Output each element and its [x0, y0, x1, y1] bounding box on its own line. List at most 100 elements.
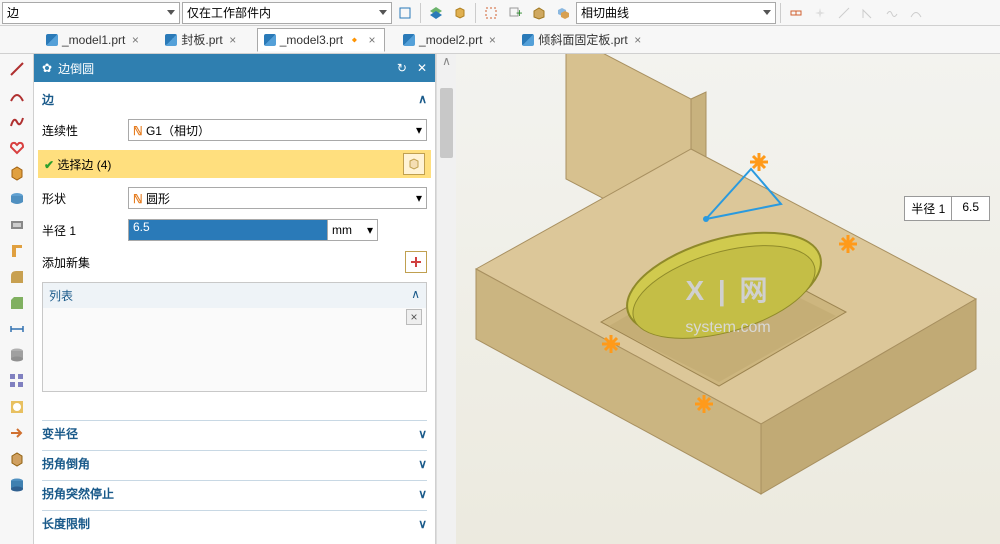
toolbar-wave-icon[interactable]	[881, 2, 903, 24]
section-corner-stop[interactable]: 拐角突然停止 ∨	[42, 480, 427, 506]
toolbar-curve-icon[interactable]	[905, 2, 927, 24]
tab-label: 倾斜面固定板.prt	[538, 31, 627, 48]
radius-input[interactable]: 6.5	[128, 219, 328, 241]
tab-label: 封板.prt	[181, 31, 222, 48]
heart-tool-icon[interactable]	[6, 136, 28, 158]
toolbar-select-icon[interactable]	[480, 2, 502, 24]
select-edge-label: 选择边 (4)	[57, 158, 111, 172]
toolbar-add-icon[interactable]: +	[504, 2, 526, 24]
filter-scope-dropdown[interactable]: 仅在工作部件内	[182, 2, 392, 24]
chevron-down-icon: ∨	[418, 487, 427, 501]
toolbar-blocks-icon[interactable]	[552, 2, 574, 24]
section-label: 拐角倒角	[42, 455, 90, 472]
chevron-down-icon	[379, 10, 387, 15]
tab-model3[interactable]: _model3.prt 🔸 ×	[257, 28, 385, 52]
toolbar-cube-icon[interactable]	[449, 2, 471, 24]
toolbar-angle-icon[interactable]	[857, 2, 879, 24]
close-icon[interactable]: ×	[632, 34, 644, 46]
main-area: ✿ 边倒圆 ↻ ✕ 边 ∧ 连续性 ℕ G1（相切） ▾	[0, 54, 1000, 544]
3d-viewport[interactable]: X | 网 system.com 半径 1 6.5	[456, 54, 1000, 544]
chevron-down-icon: ∨	[418, 517, 427, 531]
filter-type-value: 边	[7, 4, 19, 21]
continuity-value: G1（相切）	[146, 124, 210, 138]
close-icon[interactable]: ×	[227, 34, 239, 46]
chevron-up-icon: ∧	[411, 287, 420, 304]
section-label: 变半径	[42, 425, 78, 442]
chevron-down-icon: ▾	[416, 191, 422, 205]
slot-tool-icon[interactable]	[6, 214, 28, 236]
curve-filter-dropdown[interactable]: 相切曲线	[576, 2, 776, 24]
filter-type-dropdown[interactable]: 边	[2, 2, 180, 24]
row-select-edge[interactable]: ✔ 选择边 (4)	[38, 150, 431, 178]
chevron-down-icon: ∨	[418, 427, 427, 441]
panel-scrollbar[interactable]: ∧	[436, 54, 456, 544]
rss-icon: ℕ	[133, 192, 143, 206]
arrow-tool-icon[interactable]	[6, 422, 28, 444]
arc-tool-icon[interactable]	[6, 84, 28, 106]
radius-callout[interactable]: 半径 1 6.5	[904, 196, 990, 221]
toolbar-link-icon[interactable]	[785, 2, 807, 24]
toolbar-spark-icon[interactable]	[809, 2, 831, 24]
tab-qingxie[interactable]: 倾斜面固定板.prt ×	[516, 27, 649, 52]
cylinder2-tool-icon[interactable]	[6, 474, 28, 496]
part-icon	[264, 34, 276, 46]
list-delete-button[interactable]: ×	[406, 309, 422, 325]
continuity-dropdown[interactable]: ℕ G1（相切） ▾	[128, 119, 427, 141]
toolbar-line-icon[interactable]	[833, 2, 855, 24]
add-set-button[interactable]	[405, 251, 427, 273]
toolbar-layer-icon[interactable]	[425, 2, 447, 24]
refresh-icon[interactable]: ↻	[397, 61, 407, 75]
gear-icon[interactable]: ✿	[42, 61, 52, 75]
section-length-limit[interactable]: 长度限制 ∨	[42, 510, 427, 536]
list-box: 列表 ∧ ×	[42, 282, 427, 392]
tab-fengban[interactable]: 封板.prt ×	[159, 27, 244, 52]
separator	[420, 3, 421, 23]
tab-model1[interactable]: _model1.prt ×	[40, 29, 147, 51]
blend-tool-icon[interactable]	[6, 396, 28, 418]
line-tool-icon[interactable]	[6, 58, 28, 80]
toolbar-icon-1[interactable]	[394, 2, 416, 24]
top-toolbar: 边 仅在工作部件内 + 相切曲线	[0, 0, 1000, 26]
unit-value: mm	[332, 223, 352, 237]
section-var-radius[interactable]: 变半径 ∨	[42, 420, 427, 446]
shape-dropdown[interactable]: ℕ 圆形 ▾	[128, 187, 427, 209]
close-icon[interactable]: ×	[486, 34, 498, 46]
separator	[475, 3, 476, 23]
pattern-tool-icon[interactable]	[6, 370, 28, 392]
watermark-text: X | 网	[685, 269, 770, 309]
svg-text:+: +	[516, 6, 522, 20]
radius-label: 半径 1	[42, 222, 122, 239]
spline-tool-icon[interactable]	[6, 110, 28, 132]
chamfer-tool-icon[interactable]	[6, 292, 28, 314]
sweep-tool-icon[interactable]	[6, 240, 28, 262]
cylinder-tool-icon[interactable]	[6, 344, 28, 366]
measure-tool-icon[interactable]	[6, 318, 28, 340]
select-body-button[interactable]	[403, 153, 425, 175]
section-label: 长度限制	[42, 515, 90, 532]
scrollbar-thumb[interactable]	[440, 88, 453, 158]
section-edge[interactable]: 边 ∧	[42, 86, 427, 112]
close-icon[interactable]: ×	[129, 34, 141, 46]
box-tool-icon[interactable]	[6, 448, 28, 470]
list-header[interactable]: 列表 ∧	[43, 283, 426, 308]
edge-blend-tool-icon[interactable]	[6, 266, 28, 288]
part-icon	[403, 34, 415, 46]
toolbar-block-icon[interactable]	[528, 2, 550, 24]
callout-value[interactable]: 6.5	[952, 197, 989, 220]
chevron-down-icon	[763, 10, 771, 15]
close-icon[interactable]: ×	[366, 34, 378, 46]
edge-blend-panel: ✿ 边倒圆 ↻ ✕ 边 ∧ 连续性 ℕ G1（相切） ▾	[34, 54, 436, 544]
extrude-tool-icon[interactable]	[6, 162, 28, 184]
watermark-sub: system.com	[685, 319, 770, 337]
radius-unit-dropdown[interactable]: mm ▾	[328, 219, 378, 241]
tab-label: _model2.prt	[419, 33, 482, 47]
list-label: 列表	[49, 287, 73, 304]
section-corner-chamfer[interactable]: 拐角倒角 ∨	[42, 450, 427, 476]
close-icon[interactable]: ✕	[417, 61, 427, 75]
tab-model2[interactable]: _model2.prt ×	[397, 29, 504, 51]
chevron-up-icon: ∧	[418, 92, 427, 106]
document-tabs: _model1.prt × 封板.prt × _model3.prt 🔸 × _…	[0, 26, 1000, 54]
revolve-tool-icon[interactable]	[6, 188, 28, 210]
part-icon	[46, 34, 58, 46]
chevron-down-icon	[167, 10, 175, 15]
